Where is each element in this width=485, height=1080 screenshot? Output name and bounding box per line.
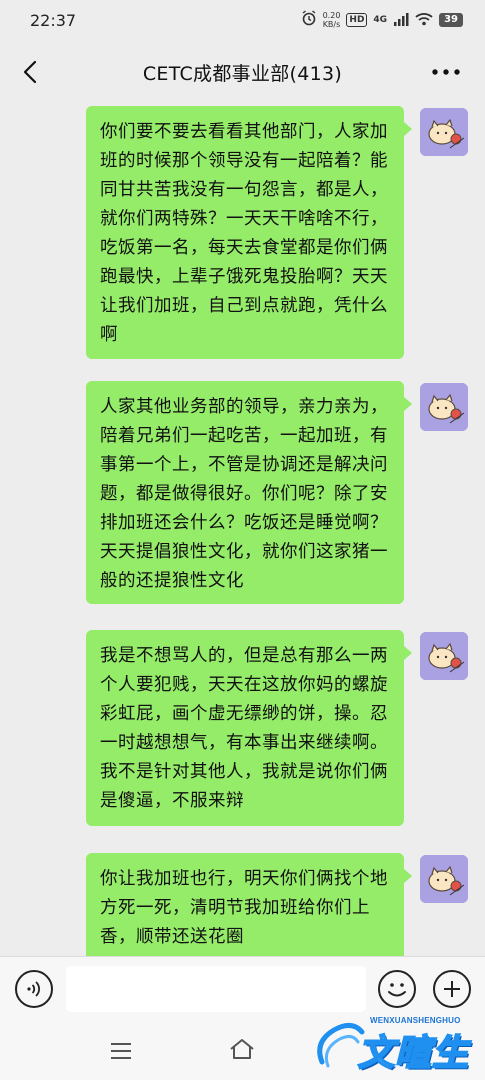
hd-badge: HD xyxy=(346,13,368,27)
cat-avatar-icon xyxy=(420,632,468,680)
chevron-left-icon xyxy=(23,60,37,84)
voice-icon xyxy=(27,981,40,997)
avatar[interactable] xyxy=(420,383,468,431)
home-button[interactable] xyxy=(229,1038,255,1064)
plus-icon xyxy=(444,981,460,997)
avatar[interactable] xyxy=(420,108,468,156)
message-input[interactable] xyxy=(66,966,366,1012)
message-bubble[interactable]: 你们要不要去看看其他部门，人家加班的时候那个领导没有一起陪着？能同甘共苦我没有一… xyxy=(86,106,412,359)
menu-icon xyxy=(111,1043,131,1059)
more-dots-icon xyxy=(432,69,460,75)
message-text: 我是不想骂人的，但是总有那么一两个人要犯贱，天天在这放你妈的螺旋彩虹屁，画个虚无… xyxy=(100,646,388,811)
watermark-text: 文暄生活 xyxy=(357,1032,470,1075)
cat-avatar-icon xyxy=(420,855,468,903)
chat-header: CETC成都事业部(413) xyxy=(0,40,485,104)
cat-avatar-icon xyxy=(420,108,468,156)
home-icon xyxy=(230,1039,254,1059)
alarm-icon xyxy=(301,10,317,30)
net-speed: 0.20 KB/s xyxy=(323,11,341,29)
status-bar: 22:37 0.20 KB/s HD 4G 39 xyxy=(0,0,485,40)
more-button[interactable] xyxy=(429,58,463,86)
status-time: 22:37 xyxy=(30,10,77,30)
battery-indicator: 39 xyxy=(439,13,463,27)
watermark-logo: WENXUANSHENGHUO 文暄生活 xyxy=(312,1010,477,1076)
signal-icon xyxy=(393,11,409,30)
emoji-icon xyxy=(388,983,406,997)
network-type: 4G xyxy=(373,15,388,25)
menu-button[interactable] xyxy=(110,1042,132,1064)
message-bubble[interactable]: 人家其他业务部的领导，亲力亲为，陪着兄弟们一起吃苦，一起加班，有事第一个上，不管… xyxy=(86,381,412,604)
back-button[interactable] xyxy=(14,54,46,90)
chat-message-list[interactable]: 你们要不要去看看其他部门，人家加班的时候那个领导没有一起陪着？能同甘共苦我没有一… xyxy=(0,104,485,956)
voice-button[interactable] xyxy=(15,970,53,1008)
net-speed-unit: KB/s xyxy=(322,20,341,29)
message-bubble[interactable]: 我是不想骂人的，但是总有那么一两个人要犯贱，天天在这放你妈的螺旋彩虹屁，画个虚无… xyxy=(86,630,412,826)
status-icons: 0.20 KB/s HD 4G 39 xyxy=(301,10,463,30)
chat-title: CETC成都事业部(413) xyxy=(142,62,343,85)
message-bubble[interactable]: 你让我加班也行，明天你们俩找个地方死一死，清明节我加班给你们上香，顺带还送花圈 xyxy=(86,853,412,956)
wifi-icon xyxy=(415,11,433,30)
more-actions-button[interactable] xyxy=(433,970,471,1008)
message-text: 你让我加班也行，明天你们俩找个地方死一死，清明节我加班给你们上香，顺带还送花圈 xyxy=(100,869,388,947)
emoji-button[interactable] xyxy=(378,970,416,1008)
avatar[interactable] xyxy=(420,632,468,680)
message-text: 人家其他业务部的领导，亲力亲为，陪着兄弟们一起吃苦，一起加班，有事第一个上，不管… xyxy=(100,397,388,591)
net-speed-value: 0.20 xyxy=(322,11,341,20)
message-text: 你们要不要去看看其他部门，人家加班的时候那个领导没有一起陪着？能同甘共苦我没有一… xyxy=(100,122,388,345)
cat-avatar-icon xyxy=(420,383,468,431)
avatar[interactable] xyxy=(420,855,468,903)
